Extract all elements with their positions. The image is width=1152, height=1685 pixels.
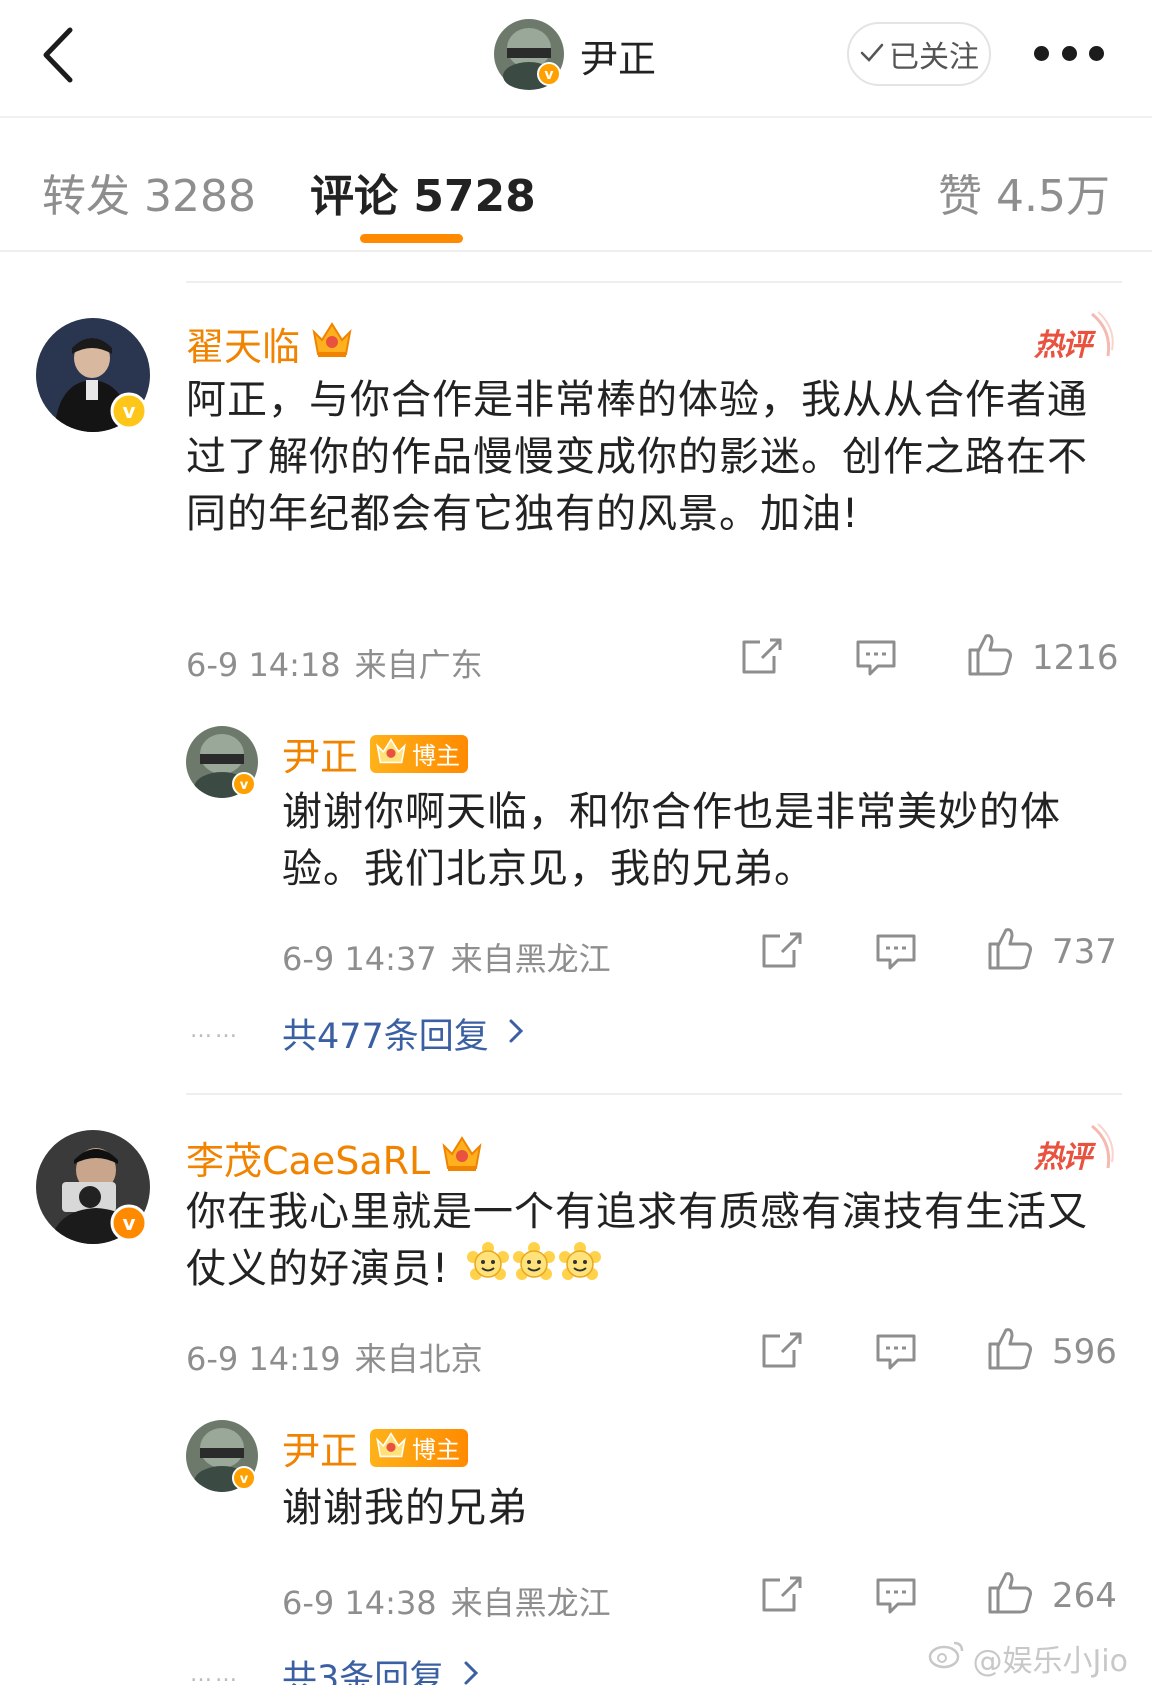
emoji-group <box>467 1242 605 1300</box>
tab-repost[interactable]: 转发 3288 <box>42 160 256 224</box>
host-badge: 博主 <box>370 1428 469 1467</box>
comment-divider <box>186 281 1122 283</box>
like-icon[interactable] <box>986 1568 1034 1620</box>
author-avatar[interactable]: v <box>493 18 565 90</box>
tab-bar: 转发 3288 评论 5728 赞 4.5万 <box>0 120 1152 252</box>
commenter-name[interactable]: 李茂CaeSaRL <box>186 1130 484 1185</box>
comment-meta: 6-9 14:18 来自广东 <box>186 640 483 686</box>
like-icon[interactable] <box>986 1324 1034 1376</box>
hot-label: 热评 <box>1034 328 1092 363</box>
svg-text:v: v <box>544 67 553 83</box>
more-replies-label: 共477条回复 <box>282 1017 489 1057</box>
hot-label: 热评 <box>1034 1140 1092 1175</box>
reply-time: 6-9 14:37 <box>282 940 437 978</box>
svg-text:v: v <box>240 1472 249 1487</box>
check-icon <box>859 37 885 72</box>
more-replies-label: 共3条回复 <box>282 1659 445 1685</box>
reply-author-name-text: 尹正 <box>282 735 359 779</box>
tab-like[interactable]: 赞 4.5万 <box>938 160 1110 224</box>
comment-location: 来自广东 <box>354 646 483 684</box>
replies-dots: …… <box>190 1018 240 1043</box>
comment-meta: 6-9 14:19 来自北京 <box>186 1334 483 1380</box>
commenter-avatar[interactable]: v <box>36 318 150 432</box>
reply-meta: 6-9 14:38 来自黑龙江 <box>282 1578 611 1624</box>
comment-text: 阿正，与你合作是非常棒的体验，我从从合作者通过了解你的作品慢慢变成你的影迷。创作… <box>186 377 1088 537</box>
reply-icon[interactable] <box>874 1332 918 1376</box>
comment-location: 来自北京 <box>354 1340 483 1378</box>
hot-comment-badge: 热评 <box>1034 310 1114 370</box>
share-icon[interactable] <box>740 636 784 680</box>
commenter-name-text: 翟天临 <box>186 325 301 369</box>
like-count: 1216 <box>1032 638 1119 678</box>
like-icon[interactable] <box>966 630 1014 682</box>
commenter-avatar[interactable]: v <box>36 1130 150 1244</box>
smile-emoji-icon <box>559 1242 602 1300</box>
crown-icon <box>374 1429 408 1467</box>
reply-time: 6-9 14:38 <box>282 1584 437 1622</box>
reply-author-name[interactable]: 尹正 博主 <box>282 726 469 781</box>
crown-icon <box>310 318 354 369</box>
host-badge: 博主 <box>370 734 469 773</box>
smile-emoji-icon <box>467 1242 510 1300</box>
crown-icon <box>374 735 408 773</box>
share-icon[interactable] <box>760 1330 804 1374</box>
comment-text: 你在我心里就是一个有追求有质感有演技有生活又仗义的好演员! <box>186 1189 1088 1292</box>
like-count: 737 <box>1052 932 1117 972</box>
watermark: @娱乐小Jio <box>928 1636 1128 1680</box>
like-count: 264 <box>1052 1576 1117 1616</box>
following-button[interactable]: 已关注 <box>847 22 991 86</box>
reply-author-name[interactable]: 尹正 博主 <box>282 1420 469 1475</box>
tab-comment[interactable]: 评论 5728 <box>310 160 536 224</box>
watermark-text: @娱乐小Jio <box>972 1644 1128 1679</box>
reply-location: 来自黑龙江 <box>450 940 611 978</box>
reply-meta: 6-9 14:37 来自黑龙江 <box>282 934 611 980</box>
reply-avatar[interactable]: v <box>186 726 258 798</box>
host-badge-label: 博主 <box>412 742 461 770</box>
reply-icon[interactable] <box>874 932 918 976</box>
hot-comment-badge: 热评 <box>1034 1122 1114 1182</box>
view-more-replies-link[interactable]: 共3条回复 <box>282 1650 480 1685</box>
reply-author-name-text: 尹正 <box>282 1429 359 1473</box>
reply-location: 来自黑龙江 <box>450 1584 611 1622</box>
comment-text-block: 你在我心里就是一个有追求有质感有演技有生活又仗义的好演员! <box>186 1184 1096 1300</box>
author-name[interactable]: 尹正 <box>580 28 656 83</box>
smile-emoji-icon <box>513 1242 556 1300</box>
comment-divider <box>186 1093 1122 1095</box>
top-nav-bar: v 尹正 已关注 <box>0 0 1152 118</box>
reply-icon[interactable] <box>854 638 898 682</box>
commenter-name[interactable]: 翟天临 <box>186 316 354 371</box>
reply-avatar[interactable]: v <box>186 1420 258 1492</box>
share-icon[interactable] <box>760 1574 804 1618</box>
following-label: 已关注 <box>889 40 979 75</box>
comment-time: 6-9 14:18 <box>186 646 341 684</box>
reply-text: 谢谢我的兄弟 <box>282 1485 528 1531</box>
back-arrow-icon[interactable] <box>38 22 98 88</box>
share-icon[interactable] <box>760 930 804 974</box>
comment-time: 6-9 14:19 <box>186 1340 341 1378</box>
reply-text: 谢谢你啊天临，和你合作也是非常美妙的体验。我们北京见，我的兄弟。 <box>282 789 1061 892</box>
svg-text:v: v <box>240 778 249 793</box>
chevron-right-icon <box>507 1014 525 1054</box>
crown-icon <box>440 1132 484 1183</box>
reply-icon[interactable] <box>874 1576 918 1620</box>
view-more-replies-link[interactable]: 共477条回复 <box>282 1008 525 1059</box>
weibo-logo-icon <box>928 1639 966 1677</box>
replies-dots: …… <box>190 1662 240 1685</box>
more-options-icon[interactable] <box>1034 40 1104 66</box>
svg-text:v: v <box>122 399 135 423</box>
active-tab-indicator <box>360 234 463 243</box>
svg-text:v: v <box>122 1211 135 1235</box>
commenter-name-text: 李茂CaeSaRL <box>186 1139 431 1183</box>
like-icon[interactable] <box>986 924 1034 976</box>
host-badge-label: 博主 <box>412 1436 461 1464</box>
chevron-right-icon <box>462 1656 480 1685</box>
like-count: 596 <box>1052 1332 1117 1372</box>
